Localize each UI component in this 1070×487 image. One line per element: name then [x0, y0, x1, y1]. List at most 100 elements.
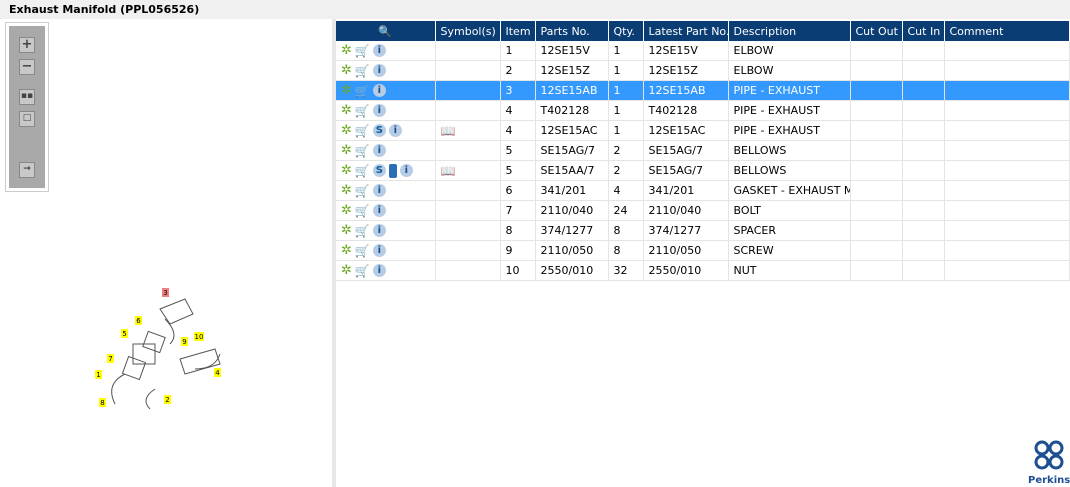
callout-3[interactable]: 3	[163, 289, 167, 297]
cart-icon[interactable]: 🛒	[355, 124, 370, 138]
fit-all-button[interactable]: ▪▪	[19, 89, 35, 105]
info-icon[interactable]: i	[372, 84, 386, 97]
gear-icon[interactable]: ✲	[341, 143, 352, 158]
column-header[interactable]: Comment	[944, 21, 1070, 41]
callout-2[interactable]: 2	[165, 396, 169, 404]
cart-icon[interactable]: 🛒	[355, 204, 370, 218]
comment-cell	[944, 200, 1070, 221]
column-header[interactable]: Cut Out	[850, 21, 903, 41]
cart-icon[interactable]: 🛒	[355, 104, 370, 118]
cart-icon[interactable]: 🛒	[355, 84, 370, 98]
table-row[interactable]: ✲ 🛒 i 3 12SE15AB 1 12SE15AB PIPE - EXHAUST	[336, 80, 1070, 101]
table-row[interactable]: ✲ 🛒 i 8 374/1277 8 374/1277 SPACER	[336, 220, 1070, 241]
info-icon[interactable]: i	[399, 164, 413, 177]
table-row[interactable]: ✲ 🛒 Si 📖 5 SE15AA/7 2 SE15AG/7 BELLOWS	[336, 160, 1070, 181]
gear-icon[interactable]: ✲	[341, 263, 352, 278]
table-row[interactable]: ✲ 🛒 Si 📖 4 12SE15AC 1 12SE15AC PIPE - EXHAUST	[336, 120, 1070, 141]
gear-icon[interactable]: ✲	[341, 203, 352, 218]
description-cell: BOLT	[728, 200, 851, 221]
cut-in-cell	[902, 160, 945, 181]
table-row[interactable]: ✲ 🛒 i 9 2110/050 8 2110/050 SCREW	[336, 240, 1070, 261]
cart-icon[interactable]: 🛒	[355, 64, 370, 78]
info-icon[interactable]: i	[388, 124, 402, 137]
column-header[interactable]: Latest Part No.	[643, 21, 729, 41]
table-row[interactable]: ✲ 🛒 i 2 12SE15Z 1 12SE15Z ELBOW	[336, 60, 1070, 81]
table-row[interactable]: ✲🛒i 6341/201 4341/201 GASKET - EXHAUST M…	[336, 180, 1070, 201]
gear-icon[interactable]: ✲	[341, 63, 352, 78]
symbol-search-book-icon[interactable]: 📖	[441, 164, 456, 178]
zoom-out-button[interactable]: −	[19, 59, 35, 75]
info-icon[interactable]: i	[372, 244, 386, 257]
gear-icon[interactable]: ✲	[341, 43, 352, 58]
book-icon[interactable]	[388, 163, 397, 178]
part-number-cell: SE15AA/7	[535, 160, 609, 181]
supersession-icon[interactable]: S	[372, 164, 386, 177]
part-number-cell: 2110/040	[535, 200, 609, 221]
cut-out-cell	[850, 140, 903, 161]
search-column-header[interactable]: 🔍	[336, 21, 436, 41]
cart-icon[interactable]: 🛒	[355, 184, 370, 198]
frame-button[interactable]: □	[19, 111, 35, 127]
info-icon[interactable]: i	[372, 264, 386, 277]
zoom-in-button[interactable]: +	[19, 37, 35, 53]
symbol-search-book-icon[interactable]: 📖	[441, 124, 456, 138]
info-icon[interactable]: i	[372, 204, 386, 217]
latest-part-cell: SE15AG/7	[643, 160, 729, 181]
latest-part-cell: T402128	[643, 100, 729, 121]
symbols-cell	[435, 60, 501, 81]
description-cell: BELLOWS	[728, 140, 851, 161]
cart-icon[interactable]: 🛒	[355, 264, 370, 278]
info-icon[interactable]: i	[372, 64, 386, 77]
gear-icon[interactable]: ✲	[341, 183, 352, 198]
callout-9[interactable]: 9	[182, 338, 186, 346]
column-header[interactable]: Item	[500, 21, 536, 41]
latest-part-cell: 2110/040	[643, 200, 729, 221]
table-row[interactable]: ✲ 🛒 i 5 SE15AG/7 2 SE15AG/7 BELLOWS	[336, 140, 1070, 161]
column-header[interactable]: Description	[728, 21, 851, 41]
search-icon[interactable]: 🔍	[378, 25, 392, 38]
supersession-icon[interactable]: S	[372, 124, 386, 137]
table-row[interactable]: ✲ 🛒 i 4 T402128 1 T402128 PIPE - EXHAUST	[336, 100, 1070, 121]
column-header[interactable]: Cut In	[902, 21, 945, 41]
cart-icon[interactable]: 🛒	[355, 244, 370, 258]
callout-7[interactable]: 7	[108, 355, 112, 363]
qty-cell: 8	[608, 240, 644, 261]
callout-6[interactable]: 6	[136, 317, 141, 325]
part-number-cell: 12SE15AB	[535, 80, 609, 101]
illustration-pane[interactable]: + − ▪▪ □ → 3 6 5 7 1 8 2 9 10 4	[0, 19, 336, 487]
cart-icon[interactable]: 🛒	[355, 164, 370, 178]
comment-cell	[944, 41, 1070, 61]
gear-icon[interactable]: ✲	[341, 163, 352, 178]
gear-icon[interactable]: ✲	[341, 123, 352, 138]
gear-icon[interactable]: ✲	[341, 83, 352, 98]
export-button[interactable]: →	[19, 162, 35, 178]
table-row[interactable]: ✲ 🛒 i 10 2550/010 32 2550/010 NUT	[336, 260, 1070, 281]
column-header[interactable]: Parts No.	[535, 21, 609, 41]
gear-icon[interactable]: ✲	[341, 103, 352, 118]
info-icon[interactable]: i	[372, 104, 386, 117]
callout-1[interactable]: 1	[96, 371, 100, 379]
cart-icon[interactable]: 🛒	[355, 224, 370, 238]
column-header[interactable]: Symbol(s)	[435, 21, 501, 41]
info-icon[interactable]: i	[372, 224, 386, 237]
qty-cell: 2	[608, 160, 644, 181]
part-number-cell: 12SE15V	[535, 41, 609, 61]
description-cell: SCREW	[728, 240, 851, 261]
gear-icon[interactable]: ✲	[341, 223, 352, 238]
callout-8[interactable]: 8	[100, 399, 104, 407]
qty-cell: 1	[608, 100, 644, 121]
cart-icon[interactable]: 🛒	[355, 44, 370, 58]
cart-icon[interactable]: 🛒	[355, 144, 370, 158]
callout-5[interactable]: 5	[122, 330, 126, 338]
exploded-diagram[interactable]: 3 6 5 7 1 8 2 9 10 4	[85, 284, 235, 409]
column-header[interactable]: Qty.	[608, 21, 644, 41]
info-icon[interactable]: i	[372, 44, 386, 57]
table-row[interactable]: ✲ 🛒 i 1 12SE15V 1 12SE15V ELBOW	[336, 41, 1070, 61]
gear-icon[interactable]: ✲	[341, 243, 352, 258]
qty-cell: 32	[608, 260, 644, 281]
callout-10[interactable]: 10	[195, 333, 204, 341]
info-icon[interactable]: i	[372, 184, 386, 197]
info-icon[interactable]: i	[372, 144, 386, 157]
callout-4[interactable]: 4	[215, 369, 220, 377]
table-row[interactable]: ✲ 🛒 i 7 2110/040 24 2110/040 BOLT	[336, 200, 1070, 221]
